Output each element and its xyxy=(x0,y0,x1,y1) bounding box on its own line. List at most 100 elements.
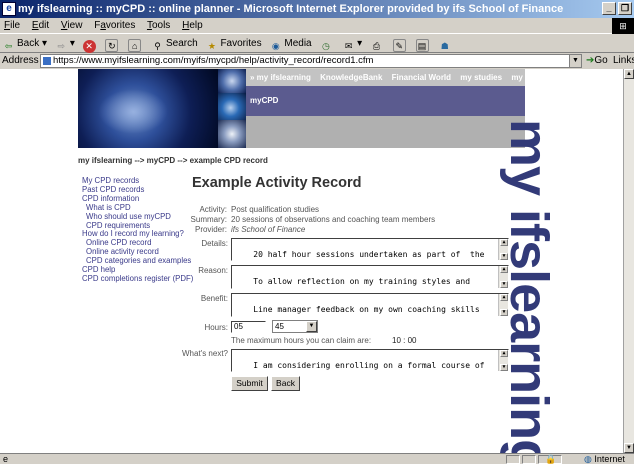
thumb-image-3 xyxy=(218,120,246,148)
window-title: my ifslearning :: myCPD :: online planne… xyxy=(18,3,564,15)
forward-button[interactable]: ⇨ ▾ xyxy=(55,35,75,53)
whats-next-text: I am considering enrolling on a formal c… xyxy=(253,361,485,370)
summary-value: 20 sessions of observations and coaching… xyxy=(231,215,436,224)
messenger-button[interactable]: ☗ xyxy=(438,35,453,53)
leftnav-completions-register[interactable]: CPD completions register (PDF) xyxy=(82,274,193,284)
print-button[interactable]: ⎙ xyxy=(370,35,385,53)
thumb-image-1 xyxy=(218,69,246,93)
internet-zone: ◍ Internet xyxy=(584,454,625,464)
refresh-button[interactable]: ↻ xyxy=(105,35,120,53)
details-text: 20 half hour sessions undertaken as part… xyxy=(253,250,485,259)
activity-label: Activity: xyxy=(199,205,227,214)
toolbar: ⇦ Back ▾ ⇨ ▾ ✕ ↻ ⌂ ⚲ Search ★ Favorites ◉ Med… xyxy=(0,35,634,53)
eye-image xyxy=(218,93,246,120)
back-arrow-icon: ⇦ xyxy=(4,41,13,51)
history-icon: ◷ xyxy=(321,41,330,51)
nav-knowledgebank[interactable]: KnowledgeBank xyxy=(320,73,382,82)
minutes-select[interactable]: 45 ▼ xyxy=(272,320,318,333)
ie-icon: e xyxy=(2,2,16,16)
nav-financial-world[interactable]: Financial World xyxy=(392,73,451,82)
media-button[interactable]: ◉ Media xyxy=(269,35,312,53)
page-icon xyxy=(43,57,51,65)
provider-value: ifs School of Finance xyxy=(231,225,306,234)
minutes-value: 45 xyxy=(275,322,284,331)
benefit-textarea[interactable]: Line manager feedback on my own coaching… xyxy=(231,293,509,317)
search-icon: ⚲ xyxy=(154,41,161,51)
benefit-scrollbar[interactable]: ▲ ▼ xyxy=(498,294,508,316)
address-url: https://www.myifslearning.com/myifs/mycp… xyxy=(53,55,374,66)
details-label: Details: xyxy=(201,239,228,248)
page-status-icon: e xyxy=(3,454,9,464)
favorites-button[interactable]: ★ Favorites xyxy=(205,35,262,53)
minimize-button[interactable]: _ xyxy=(602,2,616,15)
address-input[interactable]: https://www.myifslearning.com/myifs/mycp… xyxy=(40,54,582,68)
menu-favorites[interactable]: Favorites xyxy=(94,20,135,31)
forward-arrow-icon: ⇨ xyxy=(57,41,66,51)
links-button[interactable]: Links xyxy=(613,54,634,68)
page-title: Example Activity Record xyxy=(192,175,362,191)
whats-next-label: What's next? xyxy=(182,349,228,358)
history-button[interactable]: ◷ xyxy=(319,35,334,53)
scroll-down-icon[interactable]: ▼ xyxy=(624,443,634,453)
whats-next-scrollbar[interactable]: ▲ ▼ xyxy=(498,350,508,371)
benefit-label: Benefit: xyxy=(200,294,228,303)
details-textarea[interactable]: 20 half hour sessions undertaken as part… xyxy=(231,238,509,261)
discuss-icon: ▤ xyxy=(415,39,429,52)
nav-my-details[interactable]: my details xyxy=(511,73,550,82)
benefit-text: Line manager feedback on my own coaching… xyxy=(234,305,480,316)
globe-icon: ◍ xyxy=(584,454,592,464)
menu-view[interactable]: View xyxy=(61,20,83,31)
activity-value: Post qualification studies xyxy=(231,205,320,214)
messenger-icon: ☗ xyxy=(440,41,449,51)
page-viewport: » my ifslearning KnowledgeBank Financial… xyxy=(0,69,623,453)
mail-button[interactable]: ✉ ▾ xyxy=(342,35,362,53)
restore-button[interactable]: ❐ xyxy=(618,2,632,15)
windows-logo-icon: ⊞ xyxy=(612,18,634,34)
stop-button[interactable]: ✕ xyxy=(82,35,98,53)
whats-next-textarea[interactable]: I am considering enrolling on a formal c… xyxy=(231,349,509,372)
favorites-icon: ★ xyxy=(207,41,216,51)
lock-segment: 🔒 xyxy=(538,454,562,464)
hours-input[interactable]: 05 xyxy=(231,321,266,333)
lock-icon: 🔒 xyxy=(545,454,557,464)
summary-label: Summary: xyxy=(190,215,227,224)
address-label: Address xyxy=(2,55,39,66)
discuss-button[interactable]: ▤ xyxy=(415,35,431,53)
nav-my-studies[interactable]: my studies xyxy=(460,73,502,82)
status-segment-1 xyxy=(506,455,520,464)
scroll-up-icon[interactable]: ▲ xyxy=(624,69,634,79)
reason-scrollbar[interactable]: ▲ ▼ xyxy=(498,266,508,288)
menu-help[interactable]: Help xyxy=(182,20,203,31)
reason-label: Reason: xyxy=(198,266,228,275)
reason-textarea[interactable]: To allow reflection on my training style… xyxy=(231,265,509,289)
back-page-button[interactable]: Back xyxy=(271,376,300,391)
media-icon: ◉ xyxy=(271,41,280,51)
nav-my-ifslearning[interactable]: » my ifslearning xyxy=(250,73,311,82)
mail-icon: ✉ xyxy=(344,41,353,51)
hours-label: Hours: xyxy=(204,323,228,332)
details-scrollbar[interactable]: ▲ ▼ xyxy=(498,239,508,260)
chevron-down-icon[interactable]: ▼ xyxy=(306,321,317,332)
site-nav: » my ifslearning KnowledgeBank Financial… xyxy=(246,69,550,86)
provider-label: Provider: xyxy=(194,225,227,234)
search-button[interactable]: ⚲ Search xyxy=(151,35,197,53)
menu-file[interactable]: File xyxy=(4,20,20,31)
back-button[interactable]: ⇦ Back ▾ xyxy=(2,35,47,53)
max-hours-text: The maximum hours you can claim are: xyxy=(231,336,372,345)
zone-label: Internet xyxy=(594,454,625,464)
home-icon: ⌂ xyxy=(128,39,142,52)
breadcrumb: my ifslearning --> myCPD --> example CPD… xyxy=(78,156,268,165)
address-dropdown-icon[interactable]: ▼ xyxy=(569,55,581,67)
window-title-bar: e my ifslearning :: myCPD :: online plan… xyxy=(0,0,634,18)
left-nav: My CPD records Past CPD records CPD info… xyxy=(82,176,193,284)
menu-edit[interactable]: Edit xyxy=(32,20,49,31)
page-scrollbar[interactable]: ▲ ▼ xyxy=(623,69,634,453)
section-bar xyxy=(246,116,525,148)
refresh-icon: ↻ xyxy=(105,39,119,52)
go-button[interactable]: ➔Go xyxy=(586,54,608,68)
edit-button[interactable]: ✎ xyxy=(392,35,408,53)
home-button[interactable]: ⌂ xyxy=(128,35,143,53)
submit-button[interactable]: Submit xyxy=(231,376,268,391)
menu-tools[interactable]: Tools xyxy=(147,20,170,31)
address-bar: Address https://www.myifslearning.com/my… xyxy=(0,54,634,68)
